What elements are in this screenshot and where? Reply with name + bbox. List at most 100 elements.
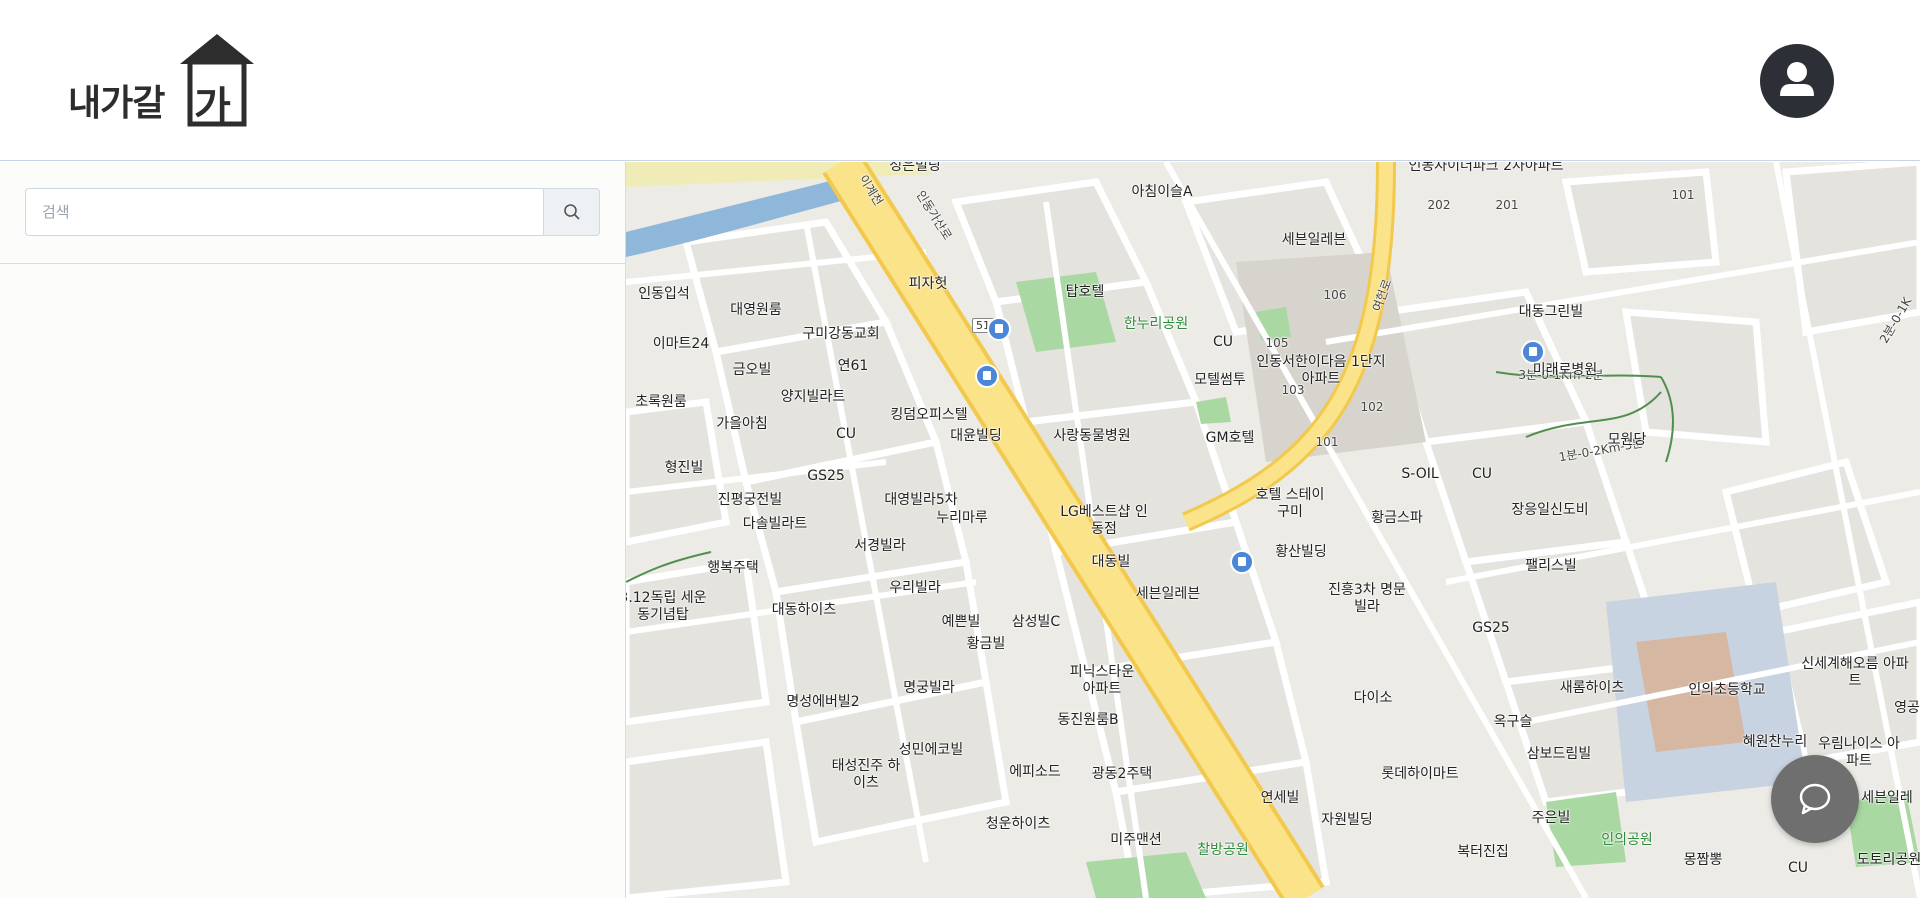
place-label[interactable]: 형진빌 [665,460,704,477]
place-label[interactable]: 피닉스타운 아파트 [1062,664,1142,698]
place-label[interactable]: 대동빌 [1092,554,1131,571]
logo[interactable]: 내가갈 가 [68,30,258,130]
place-label[interactable]: 진흥3차 명문빌라 [1327,582,1407,616]
place-label[interactable]: 태성진주 하이츠 [826,758,906,792]
place-label[interactable]: S-OIL [1401,466,1438,483]
user-avatar-icon [1780,62,1814,96]
place-label[interactable]: 신세계해오름 아파트 [1800,656,1910,690]
place-label[interactable]: 연세빌 [1261,790,1300,807]
place-label[interactable]: 황금빌 [967,636,1006,653]
bus-stop-icon[interactable] [1521,340,1545,364]
place-label: 106 [1323,288,1347,302]
place-label[interactable]: 대동하이츠 [772,602,836,619]
place-label[interactable]: 연61 [838,358,869,375]
chat-button[interactable] [1771,755,1859,843]
place-label[interactable]: 아침이슬A [1131,184,1192,201]
place-label[interactable]: CU [1788,860,1808,877]
place-label[interactable]: GS25 [807,468,845,485]
place-label[interactable]: 이마트24 [653,336,709,353]
place-label[interactable]: 우리빌라 [889,580,941,597]
place-label[interactable]: 미주맨션 [1110,832,1162,849]
place-label[interactable]: 진평궁전빌 [718,492,782,509]
place-label[interactable]: CU [1472,466,1492,483]
place-label[interactable]: 자원빌딩 [1321,812,1373,829]
sidebar [0,162,626,898]
place-label[interactable]: 혜원찬누리 [1743,734,1807,751]
place-label[interactable]: 초록원룸 [635,394,687,411]
place-label[interactable]: 대영빌라5차 [884,492,957,509]
place-label[interactable]: 새롬하이츠 [1560,680,1624,697]
place-label[interactable]: 주은빌 [1532,810,1571,827]
place-label[interactable]: 황산빌딩 [1275,544,1327,561]
search-button[interactable] [543,188,600,236]
place-label[interactable]: 세븐일레 [1861,790,1913,807]
place-label[interactable]: 장응일신도비 [1511,502,1588,519]
place-label[interactable]: LG베스트샵 인동점 [1059,504,1149,538]
place-label[interactable]: 옥구슬 [1494,714,1533,731]
place-label[interactable]: 사랑동물병원 [1053,428,1130,445]
bus-stop-icon[interactable] [975,364,999,388]
bus-stop-icon[interactable] [987,317,1011,341]
place-label[interactable]: 롯데하이마트 [1381,766,1458,783]
place-label[interactable]: 세븐일레븐 [1282,232,1346,249]
place-label[interactable]: 세븐일레븐 [1136,586,1200,603]
place-label[interactable]: 인의초등학교 [1688,682,1765,699]
place-label[interactable]: 대영원룸 [730,302,782,319]
place-label[interactable]: 모텔썸투 [1194,372,1246,389]
place-label[interactable]: 인동서한이다음 1단지아파트 [1256,354,1386,388]
place-label[interactable]: 피자헛 [909,276,948,293]
place-label[interactable]: 금오빌 [733,362,772,379]
place-label[interactable]: 팰리스빌 [1525,558,1577,575]
place-label[interactable]: 가을아침 [716,416,768,433]
place-label[interactable]: 성민에코빌 [899,742,963,759]
place-label[interactable]: 양지빌라트 [781,389,845,406]
place-label[interactable]: 복터진집 [1457,844,1509,861]
place-label[interactable]: 다솔빌라트 [743,516,807,533]
place-label[interactable]: 대동그린빌 [1519,304,1583,321]
place-label[interactable]: 몽짬뽕 [1684,852,1723,869]
place-label[interactable]: CU [1213,334,1233,351]
place-label[interactable]: 누리마루 [936,510,988,527]
place-label[interactable]: 명성에버빌2 [786,694,859,711]
place-label[interactable]: 인동입석 [638,286,690,303]
profile-button[interactable] [1760,44,1834,118]
place-label[interactable]: 3.12독립 세운동기념탑 [626,590,708,624]
place-label[interactable]: 다이소 [1354,690,1393,707]
place-label[interactable]: CU [836,426,856,443]
place-label[interactable]: 청운하이츠 [986,816,1050,833]
place-label: 101 [1315,435,1339,449]
search-input[interactable] [25,188,543,236]
place-label: 201 [1495,198,1519,212]
place-label[interactable]: 인의공원 [1601,832,1653,849]
place-label[interactable]: 호텔 스테이구미 [1250,487,1330,521]
place-label[interactable]: 예쁜빌 [942,614,981,631]
place-label[interactable]: 킹덤오피스텔 [890,407,967,424]
place-label[interactable]: 찰방공원 [1197,842,1249,859]
place-label[interactable]: 구미강동교회 [802,326,879,343]
place-label[interactable]: 모원당 [1608,432,1647,449]
place-label[interactable]: 에피소드 [1009,764,1061,781]
place-label[interactable]: 삼보드림빌 [1527,746,1591,763]
place-label[interactable]: 행복주택 [707,560,759,577]
place-label[interactable]: GM호텔 [1206,430,1255,447]
place-label[interactable]: GS25 [1472,620,1510,637]
place-label[interactable]: 서경빌라 [854,538,906,555]
place-label[interactable]: 삼성빌C [1012,614,1060,631]
place-label[interactable]: 동진원룸B [1057,712,1118,729]
place-label[interactable]: 광동2주택 [1092,766,1152,783]
map-view[interactable]: 이계천 인동가산로 여헌로 3분-0-1Km-2분 1분-0-2Km-3분 2분… [626,162,1920,898]
chat-bubble-icon [1799,783,1831,815]
place-label[interactable]: 인동자이더파크 2차아파트 [1408,162,1563,175]
logo-house-char: 가 [194,84,231,130]
place-label[interactable]: 황금스파 [1371,510,1423,527]
logo-word: 내가갈 [68,83,165,124]
place-label[interactable]: 대윤빌딩 [950,428,1002,445]
place-label[interactable]: 명궁빌라 [903,680,955,697]
place-label[interactable]: 한누리공원 [1124,316,1188,333]
place-label[interactable]: 영공 [1894,700,1920,717]
place-label[interactable]: 미래로병원 [1533,362,1597,379]
place-label[interactable]: 탑호텔 [1066,284,1105,301]
place-label[interactable]: 성은빌딩 [889,162,941,175]
bus-stop-icon[interactable] [1230,550,1254,574]
place-label[interactable]: 도토리공원 [1857,852,1920,869]
